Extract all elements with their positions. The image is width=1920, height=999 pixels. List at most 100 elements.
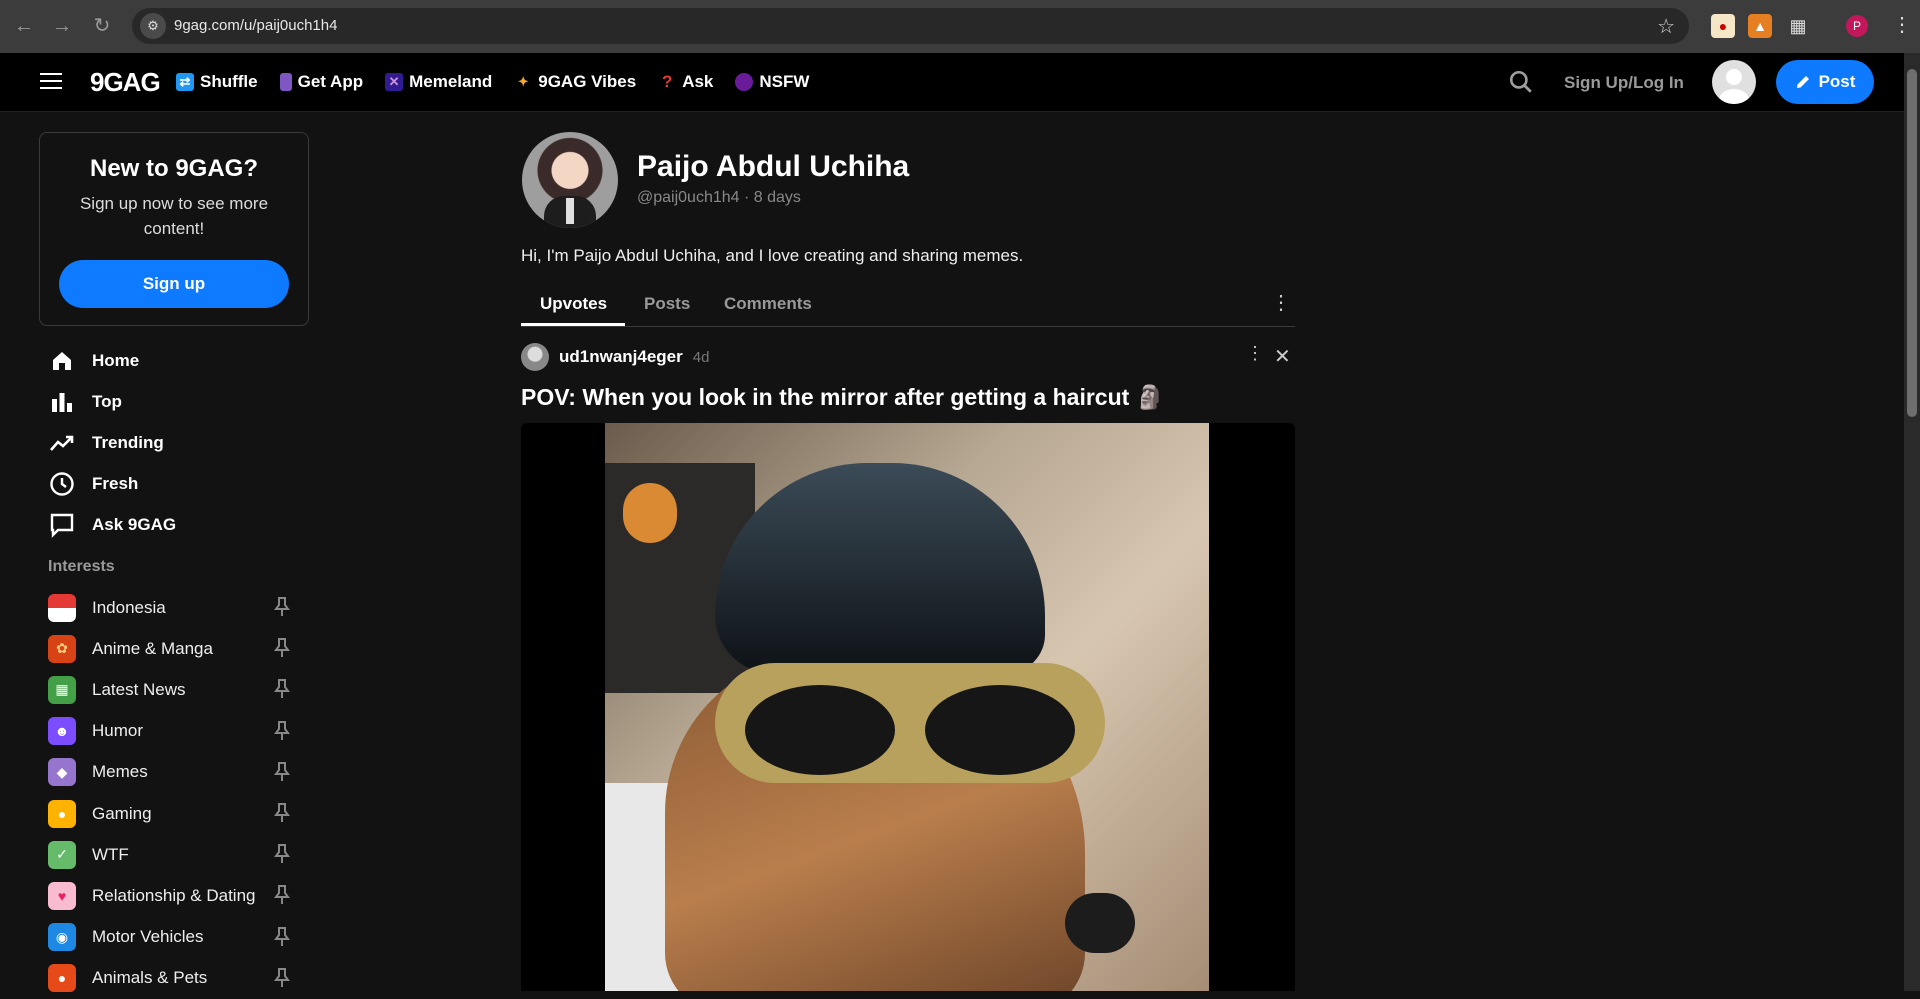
sidebar-item-trending[interactable]: Trending	[48, 422, 176, 463]
sidebar-item-label: Latest News	[92, 679, 186, 699]
back-icon[interactable]: ←	[12, 14, 36, 38]
sidebar-item-motor-vehicles[interactable]: ◉ Motor Vehicles	[48, 917, 298, 958]
post-author-avatar[interactable]	[521, 343, 549, 371]
heart-icon: ♥	[48, 881, 76, 910]
sidebar-item-ask-9gag[interactable]: Ask 9GAG	[48, 504, 176, 545]
post-media[interactable]	[521, 423, 1295, 991]
tab-comments[interactable]: Comments	[724, 294, 812, 314]
url-text[interactable]: 9gag.com/u/paij0uch1h4	[174, 17, 337, 34]
sidebar-item-label: Anime & Manga	[92, 638, 213, 658]
site-settings-icon[interactable]: ⚙	[140, 13, 166, 39]
pin-icon[interactable]	[274, 638, 290, 658]
sidebar-item-latest-news[interactable]: ▦ Latest News	[48, 669, 298, 710]
bomb-icon	[735, 73, 754, 91]
sidebar-item-gaming[interactable]: ● Gaming	[48, 793, 298, 834]
signup-button[interactable]: Sign up	[59, 260, 289, 308]
sidebar-item-fresh[interactable]: Fresh	[48, 463, 176, 504]
news-icon: ▦	[48, 675, 76, 704]
logo[interactable]: 9GAG	[90, 67, 161, 98]
pin-icon[interactable]	[274, 720, 290, 741]
hamburger-menu-icon[interactable]	[40, 73, 62, 89]
extension-cookie-icon[interactable]: ●	[1711, 14, 1735, 38]
sidebar-item-relationship-dating[interactable]: ♥ Relationship & Dating	[48, 875, 298, 916]
nav-label: Get App	[297, 72, 364, 91]
tab-upvotes[interactable]: Upvotes	[540, 294, 607, 314]
nav-shuffle[interactable]: ⇄ Shuffle	[176, 72, 258, 92]
profile-meta: @paij0uch1h4 · 8 days	[637, 189, 801, 206]
reload-icon[interactable]: ↻	[90, 14, 114, 38]
nav-9gag-vibes[interactable]: ✦ 9GAG Vibes	[514, 72, 636, 92]
tab-posts[interactable]: Posts	[644, 294, 690, 314]
post-button-label: Post	[1818, 72, 1856, 91]
app-header: 9GAG ⇄ Shuffle Get App ✕ Memeland ✦ 9GAG…	[0, 53, 1904, 112]
nav-get-app[interactable]: Get App	[279, 72, 364, 92]
nav-label: 9GAG Vibes	[538, 72, 637, 91]
sidebar-item-label: Animals & Pets	[92, 968, 208, 988]
comment-icon	[48, 511, 76, 539]
sidebar-item-label: Top	[92, 391, 122, 411]
pin-icon[interactable]	[274, 679, 290, 699]
sidebar-item-label: Humor	[92, 721, 144, 741]
sidebar-item-wtf[interactable]: ✓ WTF	[48, 834, 298, 875]
nav-label: Shuffle	[200, 72, 258, 91]
home-icon	[48, 347, 76, 375]
extension-fox-icon[interactable]: ▲	[1748, 14, 1772, 38]
sidebar-item-humor[interactable]: ☻ Humor	[48, 711, 298, 752]
search-icon[interactable]	[1508, 69, 1534, 95]
more-options-icon[interactable]: ⋮	[1271, 290, 1291, 315]
active-tab-indicator	[521, 323, 625, 326]
post-title[interactable]: POV: When you look in the mirror after g…	[521, 384, 1164, 411]
sidebar-item-label: Ask 9GAG	[92, 514, 177, 534]
diamond-icon: ◆	[48, 758, 76, 787]
sidebar-item-memes[interactable]: ◆ Memes	[48, 752, 298, 793]
post-close-icon[interactable]: ✕	[1274, 344, 1291, 369]
pin-icon[interactable]	[274, 761, 290, 782]
profile-bio: Hi, I'm Paijo Abdul Uchiha, and I love c…	[521, 246, 1024, 265]
sidebar-item-anime-manga[interactable]: ✿ Anime & Manga	[48, 628, 298, 669]
pin-icon[interactable]	[274, 844, 290, 864]
pin-icon[interactable]	[274, 885, 290, 905]
browser-menu-icon[interactable]: ⋮	[1892, 12, 1912, 37]
post-image[interactable]	[605, 423, 1209, 991]
sidebar-item-home[interactable]: Home	[48, 340, 176, 381]
extensions-puzzle-icon[interactable]: ▦	[1786, 14, 1810, 38]
pin-icon[interactable]	[274, 967, 290, 988]
page-scrollbar[interactable]	[1904, 53, 1920, 991]
scrollbar-thumb[interactable]	[1907, 69, 1917, 417]
post-age: 4d	[692, 348, 710, 366]
nav-nsfw[interactable]: NSFW	[735, 72, 809, 92]
sidebar-item-top[interactable]: Top	[48, 381, 176, 422]
default-user-icon	[1719, 69, 1749, 104]
avatar[interactable]	[1712, 60, 1756, 104]
signup-card-title: New to 9GAG?	[89, 155, 258, 182]
pin-icon[interactable]	[274, 926, 290, 947]
signup-card-text: Sign up now to see more content!	[79, 194, 269, 238]
paw-icon: ●	[48, 964, 76, 993]
post-author-name[interactable]: ud1nwanj4eger	[559, 347, 683, 367]
bookmark-star-icon[interactable]: ☆	[1657, 14, 1675, 39]
phone-icon	[279, 73, 292, 91]
sidebar-item-indonesia[interactable]: Indonesia	[48, 587, 298, 628]
post-author[interactable]: ud1nwanj4eger 4d	[521, 343, 709, 371]
clock-icon	[48, 470, 76, 498]
sidebar-item-animals-pets[interactable]: ● Animals & Pets	[48, 958, 298, 999]
nav-memeland[interactable]: ✕ Memeland	[385, 72, 492, 92]
browser-profile-avatar[interactable]: P	[1846, 15, 1868, 37]
bar-chart-icon	[48, 388, 76, 416]
sidebar-item-label: Home	[92, 350, 140, 370]
top-nav: ⇄ Shuffle Get App ✕ Memeland ✦ 9GAG Vibe…	[176, 53, 809, 111]
nav-ask[interactable]: ? Ask	[658, 72, 713, 92]
image-pompadour-wig	[715, 463, 1045, 673]
pin-icon[interactable]	[274, 802, 290, 823]
pin-icon[interactable]	[274, 597, 290, 617]
sidebar-item-label: Indonesia	[92, 597, 166, 617]
indonesia-flag-icon	[48, 593, 76, 622]
nav-label: NSFW	[759, 72, 810, 91]
login-link[interactable]: Sign Up/Log In	[1564, 73, 1684, 93]
forward-icon[interactable]: →	[50, 14, 74, 38]
post-button[interactable]: Post	[1776, 60, 1874, 104]
post-more-icon[interactable]: ⋮	[1246, 343, 1264, 364]
sidebar-item-label: WTF	[92, 844, 129, 864]
address-bar[interactable]: ⚙ 9gag.com/u/paij0uch1h4 ☆	[132, 8, 1689, 44]
image-lens-left	[745, 685, 895, 775]
